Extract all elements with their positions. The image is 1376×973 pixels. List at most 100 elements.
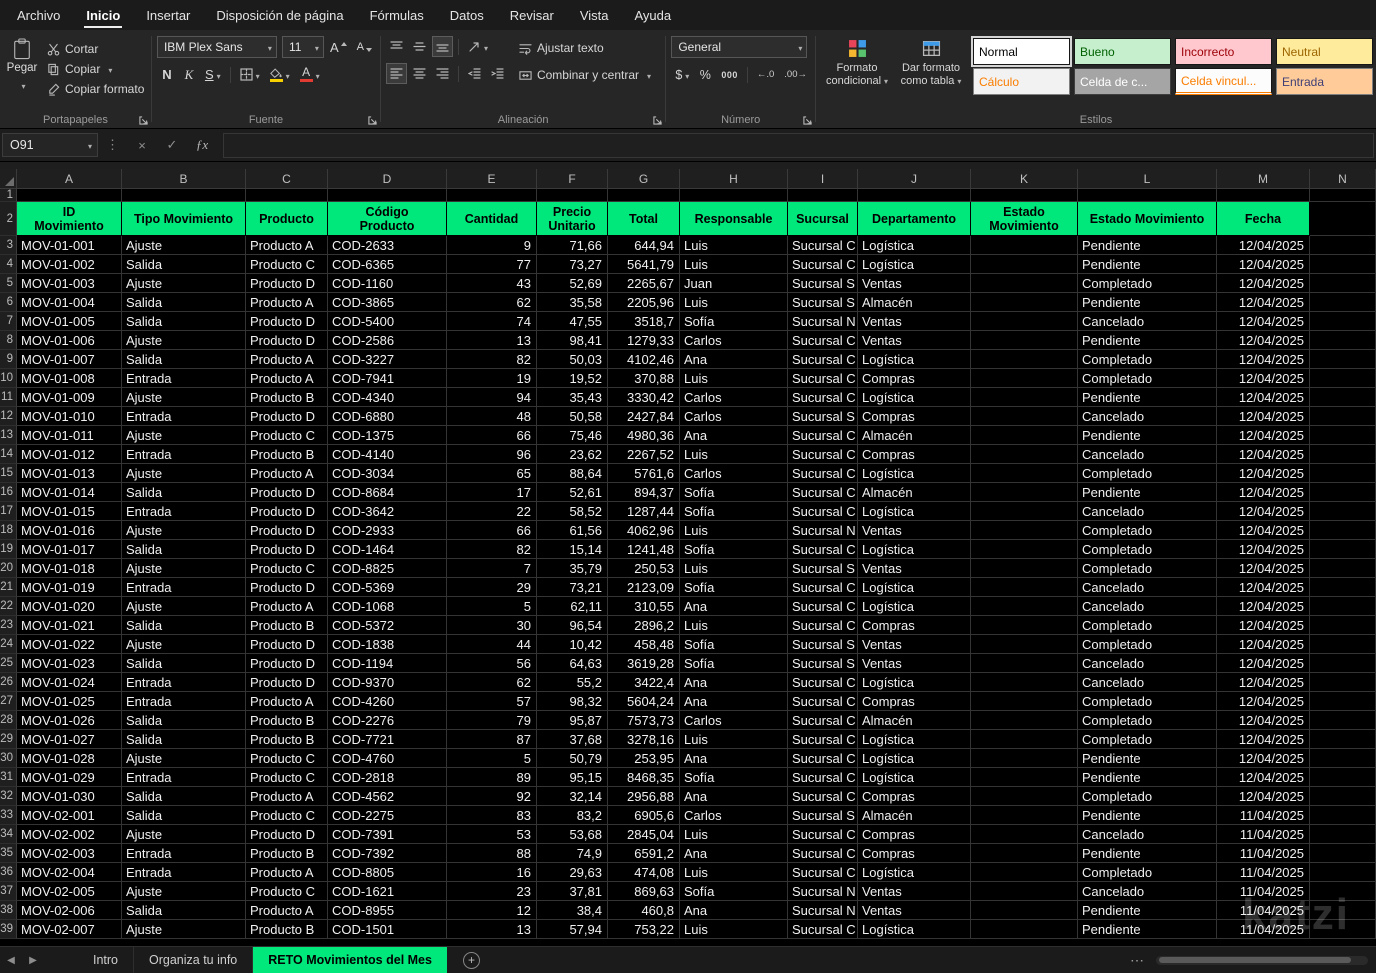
cell-C23[interactable]: Producto B bbox=[246, 616, 328, 635]
cell-D4[interactable]: COD-6365 bbox=[328, 255, 447, 274]
cell-H11[interactable]: Carlos bbox=[680, 388, 788, 407]
cell-I17[interactable]: Sucursal C bbox=[788, 502, 858, 521]
cell-I30[interactable]: Sucursal C bbox=[788, 749, 858, 768]
cell-A21[interactable]: MOV-01-019 bbox=[17, 578, 122, 597]
column-header-K[interactable]: K bbox=[971, 169, 1078, 189]
cell-K25[interactable] bbox=[971, 654, 1078, 673]
cell-E30[interactable]: 5 bbox=[447, 749, 537, 768]
cell-M37[interactable]: 11/04/2025 bbox=[1217, 882, 1310, 901]
cell-I31[interactable]: Sucursal C bbox=[788, 768, 858, 787]
increase-decimal-button[interactable]: ←.0 bbox=[753, 64, 778, 85]
row-header-19[interactable]: 19 bbox=[0, 540, 17, 559]
cell-A28[interactable]: MOV-01-026 bbox=[17, 711, 122, 730]
cell-G1[interactable] bbox=[608, 189, 680, 202]
cell-I7[interactable]: Sucursal N bbox=[788, 312, 858, 331]
cell-N9[interactable] bbox=[1310, 350, 1376, 369]
ribbon-tab-f-rmulas[interactable]: Fórmulas bbox=[357, 0, 437, 30]
cell-L5[interactable]: Completado bbox=[1078, 274, 1217, 293]
cell-E37[interactable]: 23 bbox=[447, 882, 537, 901]
cell-M22[interactable]: 12/04/2025 bbox=[1217, 597, 1310, 616]
cell-G34[interactable]: 2845,04 bbox=[608, 825, 680, 844]
cell-J18[interactable]: Ventas bbox=[858, 521, 971, 540]
cell-I36[interactable]: Sucursal C bbox=[788, 863, 858, 882]
cell-H9[interactable]: Ana bbox=[680, 350, 788, 369]
cell-L22[interactable]: Cancelado bbox=[1078, 597, 1217, 616]
cell-N37[interactable] bbox=[1310, 882, 1376, 901]
cell-style-normal[interactable]: Normal bbox=[971, 36, 1072, 67]
cell-N5[interactable] bbox=[1310, 274, 1376, 293]
cell-I13[interactable]: Sucursal C bbox=[788, 426, 858, 445]
cell-M30[interactable]: 12/04/2025 bbox=[1217, 749, 1310, 768]
cell-G30[interactable]: 253,95 bbox=[608, 749, 680, 768]
cell-B26[interactable]: Entrada bbox=[122, 673, 246, 692]
cell-I11[interactable]: Sucursal C bbox=[788, 388, 858, 407]
cell-C20[interactable]: Producto C bbox=[246, 559, 328, 578]
cell-G24[interactable]: 458,48 bbox=[608, 635, 680, 654]
enter-button[interactable]: ✓ bbox=[157, 137, 187, 153]
cell-G25[interactable]: 3619,28 bbox=[608, 654, 680, 673]
cell-L1[interactable] bbox=[1078, 189, 1217, 202]
cell-A29[interactable]: MOV-01-027 bbox=[17, 730, 122, 749]
cell-style-bueno[interactable]: Bueno bbox=[1074, 38, 1171, 65]
cell-D3[interactable]: COD-2633 bbox=[328, 236, 447, 255]
cell-A26[interactable]: MOV-01-024 bbox=[17, 673, 122, 692]
cell-M6[interactable]: 12/04/2025 bbox=[1217, 293, 1310, 312]
cell-B19[interactable]: Salida bbox=[122, 540, 246, 559]
cell-K35[interactable] bbox=[971, 844, 1078, 863]
cell-N2[interactable] bbox=[1310, 202, 1376, 236]
cell-E33[interactable]: 83 bbox=[447, 806, 537, 825]
cell-I28[interactable]: Sucursal C bbox=[788, 711, 858, 730]
cell-I9[interactable]: Sucursal C bbox=[788, 350, 858, 369]
cell-K3[interactable] bbox=[971, 236, 1078, 255]
cell-style-neutral[interactable]: Neutral bbox=[1276, 38, 1373, 65]
cell-B34[interactable]: Ajuste bbox=[122, 825, 246, 844]
cell-B18[interactable]: Ajuste bbox=[122, 521, 246, 540]
cell-H18[interactable]: Luis bbox=[680, 521, 788, 540]
cell-N4[interactable] bbox=[1310, 255, 1376, 274]
cell-B16[interactable]: Salida bbox=[122, 483, 246, 502]
cell-L21[interactable]: Cancelado bbox=[1078, 578, 1217, 597]
cell-A14[interactable]: MOV-01-012 bbox=[17, 445, 122, 464]
cell-A24[interactable]: MOV-01-022 bbox=[17, 635, 122, 654]
cell-N7[interactable] bbox=[1310, 312, 1376, 331]
cell-M9[interactable]: 12/04/2025 bbox=[1217, 350, 1310, 369]
cell-C6[interactable]: Producto A bbox=[246, 293, 328, 312]
cell-C12[interactable]: Producto D bbox=[246, 407, 328, 426]
cell-J39[interactable]: Logística bbox=[858, 920, 971, 939]
cell-E32[interactable]: 92 bbox=[447, 787, 537, 806]
cell-G15[interactable]: 5761,6 bbox=[608, 464, 680, 483]
cell-B23[interactable]: Salida bbox=[122, 616, 246, 635]
cell-E18[interactable]: 66 bbox=[447, 521, 537, 540]
cell-A4[interactable]: MOV-01-002 bbox=[17, 255, 122, 274]
cell-J34[interactable]: Compras bbox=[858, 825, 971, 844]
column-header-E[interactable]: E bbox=[447, 169, 537, 189]
cell-E1[interactable] bbox=[447, 189, 537, 202]
cell-F3[interactable]: 71,66 bbox=[537, 236, 608, 255]
cell-H8[interactable]: Carlos bbox=[680, 331, 788, 350]
cell-E29[interactable]: 87 bbox=[447, 730, 537, 749]
cell-N13[interactable] bbox=[1310, 426, 1376, 445]
cell-F34[interactable]: 53,68 bbox=[537, 825, 608, 844]
cut-button[interactable]: Cortar bbox=[47, 42, 144, 56]
row-header-11[interactable]: 11 bbox=[0, 388, 17, 407]
cell-M10[interactable]: 12/04/2025 bbox=[1217, 369, 1310, 388]
cell-H12[interactable]: Carlos bbox=[680, 407, 788, 426]
cell-L38[interactable]: Pendiente bbox=[1078, 901, 1217, 920]
percent-format-button[interactable]: % bbox=[695, 64, 715, 85]
cell-G9[interactable]: 4102,46 bbox=[608, 350, 680, 369]
cell-B10[interactable]: Entrada bbox=[122, 369, 246, 388]
cell-I8[interactable]: Sucursal C bbox=[788, 331, 858, 350]
row-header-26[interactable]: 26 bbox=[0, 673, 17, 692]
cell-H37[interactable]: Sofía bbox=[680, 882, 788, 901]
cell-G6[interactable]: 2205,96 bbox=[608, 293, 680, 312]
cell-G23[interactable]: 2896,2 bbox=[608, 616, 680, 635]
cell-A17[interactable]: MOV-01-015 bbox=[17, 502, 122, 521]
cell-N38[interactable] bbox=[1310, 901, 1376, 920]
cell-I20[interactable]: Sucursal S bbox=[788, 559, 858, 578]
cell-G2[interactable]: Total bbox=[608, 202, 680, 236]
cell-C27[interactable]: Producto A bbox=[246, 692, 328, 711]
cell-M4[interactable]: 12/04/2025 bbox=[1217, 255, 1310, 274]
cell-E13[interactable]: 66 bbox=[447, 426, 537, 445]
row-header-20[interactable]: 20 bbox=[0, 559, 17, 578]
cell-D30[interactable]: COD-4760 bbox=[328, 749, 447, 768]
